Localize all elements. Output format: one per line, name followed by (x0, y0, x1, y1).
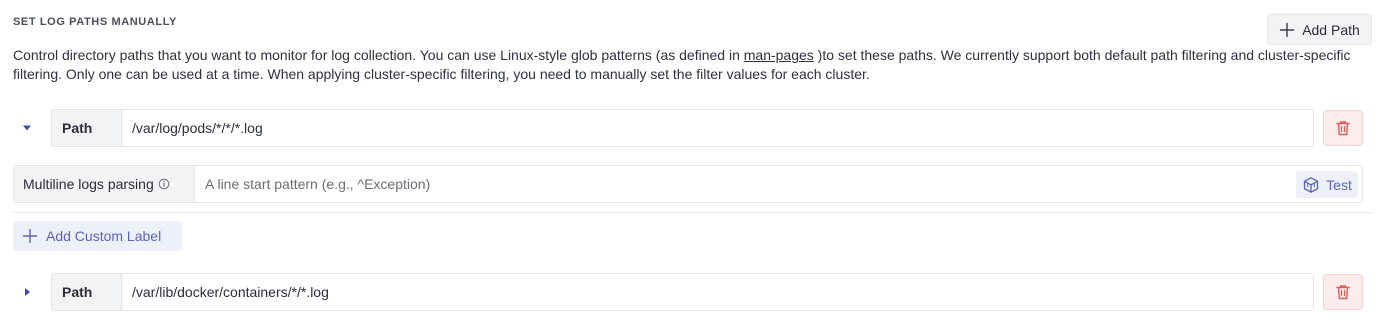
add-path-label: Add Path (1302, 21, 1360, 38)
path-row-1: Path (13, 109, 1363, 147)
path-input[interactable] (122, 274, 1313, 310)
description-text-1: Control directory paths that you want to… (13, 47, 744, 63)
section-description: Control directory paths that you want to… (13, 46, 1353, 83)
caret-down-icon[interactable] (21, 122, 33, 134)
multiline-pattern-input[interactable] (195, 166, 1362, 202)
plus-icon (1279, 22, 1295, 37)
path-label: Path (52, 110, 122, 146)
delete-path-button[interactable] (1323, 110, 1363, 146)
multiline-parsing-group: Multiline logs parsing Test (13, 165, 1363, 203)
delete-path-button[interactable] (1323, 274, 1363, 310)
path-field-group: Path (51, 273, 1314, 311)
trash-icon (1336, 285, 1350, 300)
add-custom-label-button[interactable]: Add Custom Label (13, 221, 182, 251)
test-button[interactable]: Test (1296, 171, 1358, 198)
multiline-label-text: Multiline logs parsing (23, 176, 154, 192)
add-path-button[interactable]: Add Path (1267, 14, 1372, 45)
info-icon[interactable] (158, 178, 170, 190)
path-field-group: Path (51, 109, 1314, 147)
test-label: Test (1326, 176, 1352, 193)
man-pages-link[interactable]: man-pages (744, 47, 814, 63)
plus-icon (22, 228, 38, 244)
caret-right-icon[interactable] (21, 286, 33, 298)
path-input[interactable] (122, 110, 1313, 146)
divider (13, 212, 1372, 213)
trash-icon (1336, 121, 1350, 136)
add-custom-label-text: Add Custom Label (46, 228, 162, 244)
multiline-label: Multiline logs parsing (14, 166, 195, 202)
log-paths-panel: SET LOG PATHS MANUALLY Add Path Control … (0, 0, 1386, 318)
path-label: Path (52, 274, 122, 310)
path-row-2: Path (13, 273, 1363, 311)
cube-icon (1304, 176, 1319, 193)
section-title: SET LOG PATHS MANUALLY (13, 16, 177, 28)
